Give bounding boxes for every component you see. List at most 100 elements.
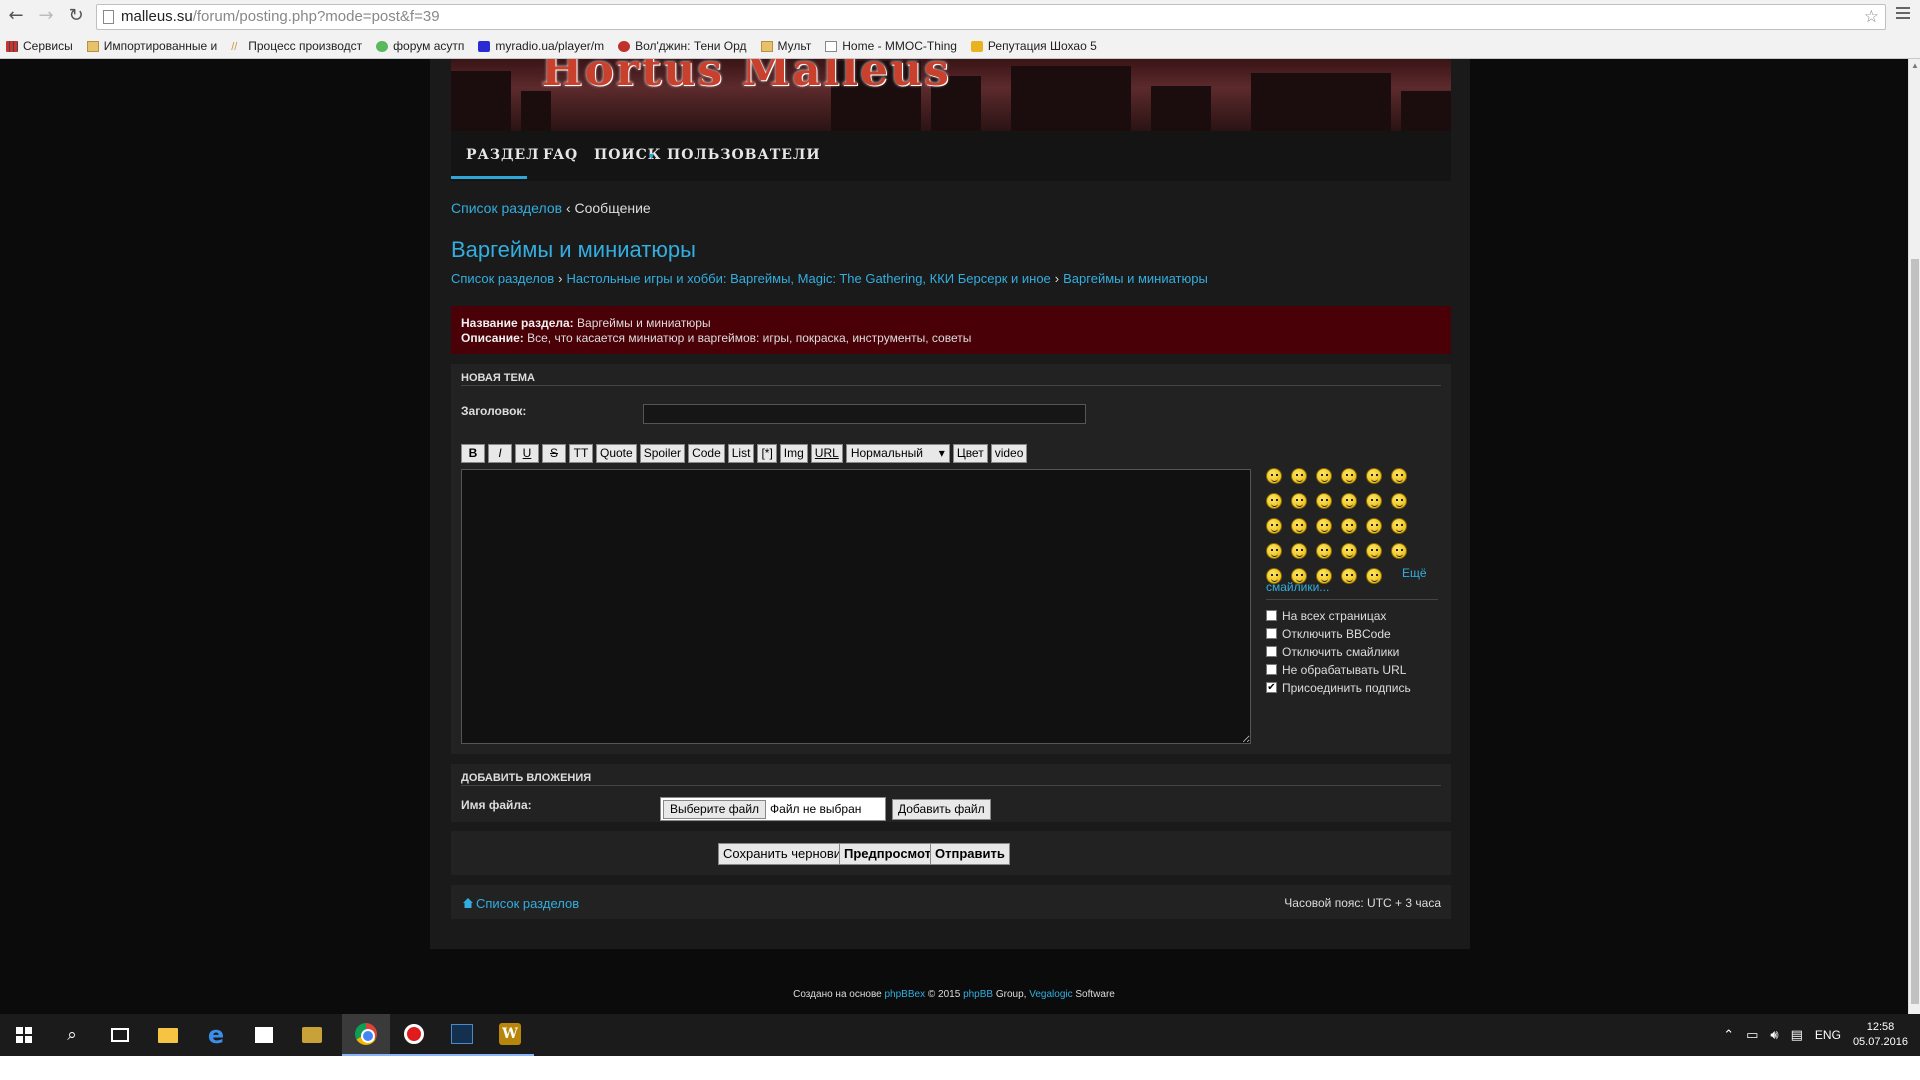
breadcrumb-link[interactable]: Список разделов xyxy=(451,271,554,286)
smiley-icon[interactable] xyxy=(1316,543,1332,559)
back-icon[interactable]: ← xyxy=(6,6,26,26)
submit-button[interactable]: Отправить xyxy=(930,843,1010,865)
option-attach-signature[interactable]: ✔ Присоединить подпись xyxy=(1266,680,1411,695)
checkbox[interactable] xyxy=(1266,664,1277,675)
explorer-button[interactable] xyxy=(144,1014,192,1056)
scrollbar-thumb[interactable] xyxy=(1911,259,1919,1004)
home-link[interactable]: Список разделов xyxy=(463,896,579,911)
choose-file-button[interactable]: Выберите файл xyxy=(663,799,767,819)
smiley-icon[interactable] xyxy=(1391,518,1407,534)
code-button[interactable]: Code xyxy=(688,444,725,463)
bookmark-item[interactable]: Репутация Шохао 5 xyxy=(970,36,1097,56)
font-size-select[interactable]: Нормальный ▾ xyxy=(845,444,950,463)
chevron-down-icon[interactable]: ▼ xyxy=(647,151,656,161)
smiley-icon[interactable] xyxy=(1266,493,1282,509)
language-indicator[interactable]: ENG xyxy=(1815,1028,1841,1042)
smiley-icon[interactable] xyxy=(1366,468,1382,484)
address-bar[interactable]: malleus.su/forum/posting.php?mode=post&f… xyxy=(96,4,1886,30)
quote-button[interactable]: Quote xyxy=(596,444,637,463)
smiley-icon[interactable] xyxy=(1291,493,1307,509)
nav-forum[interactable]: РАЗДЕЛ xyxy=(466,147,540,163)
smiley-icon[interactable] xyxy=(1366,518,1382,534)
smiley-icon[interactable] xyxy=(1291,543,1307,559)
page-title[interactable]: Варгеймы и миниатюры xyxy=(451,237,696,263)
phpbbex-link[interactable]: phpBBex xyxy=(885,989,926,1000)
store-button[interactable] xyxy=(240,1014,288,1056)
smiley-icon[interactable] xyxy=(1316,518,1332,534)
list-item-button[interactable]: [*] xyxy=(757,444,777,463)
smiley-icon[interactable] xyxy=(1316,493,1332,509)
smiley-icon[interactable] xyxy=(1341,543,1357,559)
option-disable-bbcode[interactable]: Отключить BBCode xyxy=(1266,626,1411,641)
underline-button[interactable]: U xyxy=(515,444,539,463)
clock[interactable]: 12:58 05.07.2016 xyxy=(1853,1020,1908,1050)
bookmark-item[interactable]: //Процесс производст xyxy=(231,36,362,56)
smiley-icon[interactable] xyxy=(1366,493,1382,509)
file-input[interactable]: Выберите файл Файл не выбран xyxy=(660,797,886,821)
bookmark-item[interactable]: Мульт xyxy=(760,36,811,56)
option-all-pages[interactable]: На всех страницах xyxy=(1266,608,1411,623)
task-view-button[interactable] xyxy=(96,1014,144,1056)
smiley-icon[interactable] xyxy=(1291,518,1307,534)
edge-button[interactable]: e xyxy=(192,1014,240,1056)
media-button[interactable] xyxy=(288,1014,336,1056)
message-textarea[interactable] xyxy=(461,469,1251,744)
option-disable-smilies[interactable]: Отключить смайлики xyxy=(1266,644,1411,659)
search-button[interactable]: ⌕ xyxy=(48,1014,96,1056)
start-button[interactable] xyxy=(0,1014,48,1056)
battlenet-button[interactable] xyxy=(438,1014,486,1056)
bookmark-item[interactable]: myradio.ua/player/m xyxy=(478,36,604,56)
italic-button[interactable]: I xyxy=(488,444,512,463)
checkbox[interactable] xyxy=(1266,646,1277,657)
checkbox[interactable] xyxy=(1266,628,1277,639)
smiley-icon[interactable] xyxy=(1291,468,1307,484)
smiley-icon[interactable] xyxy=(1366,568,1382,584)
bookmark-star-icon[interactable]: ☆ xyxy=(1864,5,1879,29)
smiley-icon[interactable] xyxy=(1391,493,1407,509)
smiley-icon[interactable] xyxy=(1266,468,1282,484)
reload-icon[interactable]: ↻ xyxy=(66,6,86,26)
subject-input[interactable] xyxy=(643,404,1086,424)
add-file-button[interactable]: Добавить файл xyxy=(892,799,991,820)
vegalogic-link[interactable]: Vegalogic xyxy=(1029,989,1072,1000)
smiley-icon[interactable] xyxy=(1266,543,1282,559)
list-button[interactable]: List xyxy=(727,444,755,463)
img-button[interactable]: Img xyxy=(779,444,808,463)
scroll-up-icon[interactable]: ▲ xyxy=(1911,61,1919,70)
nav-faq[interactable]: FAQ xyxy=(543,147,578,163)
bookmark-item[interactable]: Вол'джин: Тени Орд xyxy=(618,36,747,56)
smiley-icon[interactable] xyxy=(1341,518,1357,534)
url-button[interactable]: URL xyxy=(810,444,843,463)
bookmark-item[interactable]: Сервисы xyxy=(6,36,73,56)
smiley-icon[interactable] xyxy=(1341,568,1357,584)
volume-icon[interactable]: 🔊︎ xyxy=(1770,1028,1778,1043)
smiley-icon[interactable] xyxy=(1366,543,1382,559)
save-draft-button[interactable]: Сохранить черновик xyxy=(718,843,852,865)
strike-button[interactable]: S xyxy=(542,444,566,463)
smiley-icon[interactable] xyxy=(1266,518,1282,534)
bookmark-item[interactable]: Импортированные и xyxy=(86,36,217,56)
network-icon[interactable]: ▭ xyxy=(1746,1028,1758,1043)
forward-icon[interactable]: → xyxy=(36,6,56,26)
bold-button[interactable]: B xyxy=(461,444,485,463)
breadcrumb-link[interactable]: Настольные игры и хобби: Варгеймы, Magic… xyxy=(566,271,1050,286)
preview-button[interactable]: Предпросмотр xyxy=(839,843,944,865)
browser-menu-icon[interactable] xyxy=(1896,7,1910,21)
page-scrollbar[interactable]: ▲ xyxy=(1908,59,1920,1014)
color-button[interactable]: Цвет xyxy=(952,444,988,463)
smiley-icon[interactable] xyxy=(1341,493,1357,509)
breadcrumb-root[interactable]: Список разделов xyxy=(451,200,562,216)
site-banner[interactable]: Hortus Malleus xyxy=(451,59,1451,131)
smiley-icon[interactable] xyxy=(1316,468,1332,484)
checkbox[interactable] xyxy=(1266,610,1277,621)
teletype-button[interactable]: TT xyxy=(569,444,593,463)
video-button[interactable]: video xyxy=(990,444,1028,463)
option-no-urls[interactable]: Не обрабатывать URL xyxy=(1266,662,1411,677)
bookmark-item[interactable]: форум асутп xyxy=(376,36,464,56)
spoiler-button[interactable]: Spoiler xyxy=(639,444,686,463)
notifications-icon[interactable]: ▤ xyxy=(1791,1028,1803,1043)
smiley-icon[interactable] xyxy=(1341,468,1357,484)
phpbb-link[interactable]: phpBB xyxy=(963,989,993,1000)
chrome-button[interactable] xyxy=(342,1014,390,1056)
recorder-button[interactable] xyxy=(390,1014,438,1056)
